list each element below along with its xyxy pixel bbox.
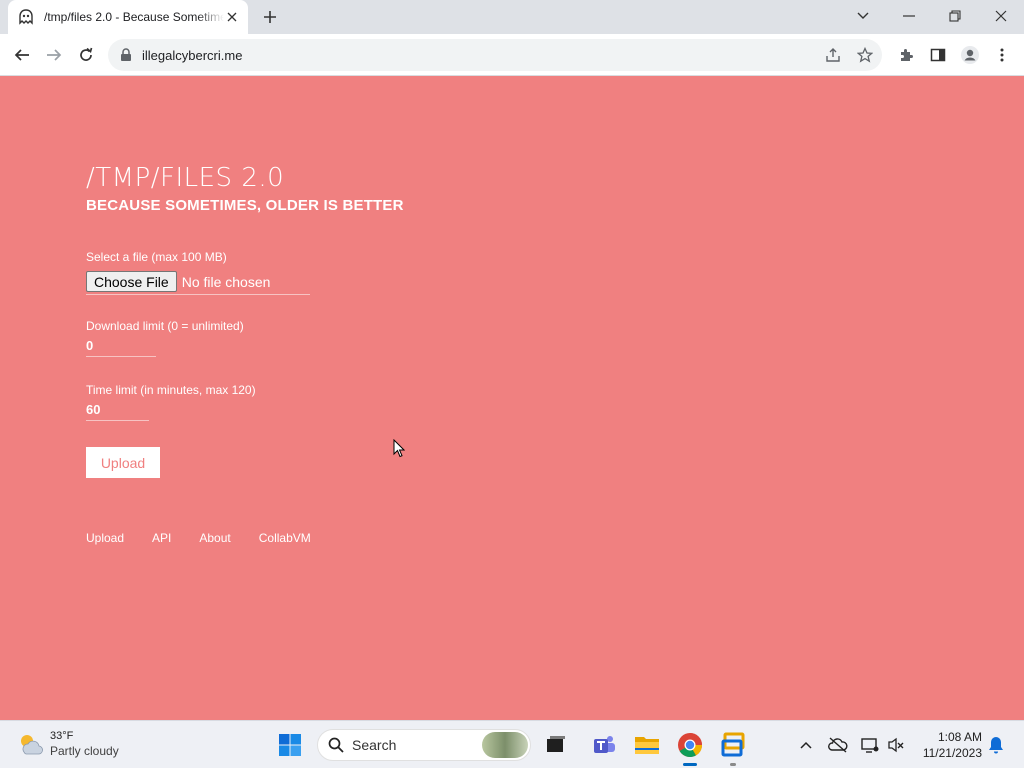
bookmark-star-icon[interactable] (855, 45, 875, 65)
clock-date: 11/21/2023 (922, 746, 982, 760)
time-limit-value: 60 (86, 402, 101, 417)
file-input[interactable]: Choose File No file chosen (86, 269, 310, 295)
notification-bell-icon[interactable] (986, 735, 1006, 755)
search-icon (328, 737, 344, 753)
time-limit-input[interactable]: 60 (86, 399, 149, 421)
chrome-active-indicator (683, 763, 697, 766)
task-view-icon[interactable] (540, 729, 572, 761)
taskbar-search-box[interactable]: Search (317, 729, 531, 761)
footer-nav: Upload API About CollabVM (86, 531, 339, 545)
footer-link-about[interactable]: About (199, 531, 230, 545)
chrome-icon[interactable] (674, 729, 706, 761)
tab-title: /tmp/files 2.0 - Because Sometimes, Olde… (44, 10, 224, 24)
weather-widget[interactable]: 33°F Partly cloudy (16, 729, 119, 759)
address-bar[interactable]: illegalcybercri.me (108, 39, 882, 71)
onedrive-offline-icon[interactable] (828, 735, 848, 755)
extensions-puzzle-icon[interactable] (892, 41, 920, 69)
mouse-pointer-icon (393, 438, 406, 464)
download-limit-label: Download limit (0 = unlimited) (86, 319, 244, 333)
share-icon[interactable] (823, 45, 843, 65)
taskbar: 33°F Partly cloudy Search 1:08 AM 11/21/… (0, 720, 1024, 768)
download-limit-value: 0 (86, 338, 94, 353)
upload-button[interactable]: Upload (86, 447, 160, 478)
partly-cloudy-icon (21, 735, 43, 755)
tab-search-chevron-icon[interactable] (841, 0, 885, 32)
footer-link-api[interactable]: API (152, 531, 171, 545)
browser-tab-bar: /tmp/files 2.0 - Because Sometimes, Olde… (0, 0, 1024, 34)
search-label: Search (352, 737, 397, 753)
network-icon[interactable] (860, 735, 880, 755)
volume-muted-icon[interactable] (886, 735, 906, 755)
time-limit-label: Time limit (in minutes, max 120) (86, 383, 256, 397)
browser-menu-kebab-icon[interactable] (988, 41, 1016, 69)
restore-window-button[interactable] (933, 0, 977, 32)
site-favicon-icon (18, 9, 34, 25)
lock-icon[interactable] (120, 48, 134, 62)
side-panel-icon[interactable] (924, 41, 952, 69)
page-content: /TMP/FILES 2.0 BECAUSE SOMETIMES, OLDER … (0, 77, 1024, 720)
back-button[interactable] (8, 41, 36, 69)
no-file-chosen-text: No file chosen (181, 273, 271, 290)
start-windows-icon[interactable] (274, 729, 306, 761)
remote-desktop-running-indicator (730, 763, 736, 766)
tray-overflow-chevron-icon[interactable] (796, 735, 816, 755)
profile-avatar-icon[interactable] (956, 41, 984, 69)
file-field-label: Select a file (max 100 MB) (86, 250, 227, 264)
new-tab-button[interactable] (258, 6, 282, 28)
weather-condition: Partly cloudy (50, 744, 119, 758)
page-title: /TMP/FILES 2.0 (86, 163, 285, 193)
file-explorer-icon[interactable] (631, 729, 663, 761)
page-subtitle: BECAUSE SOMETIMES, OLDER IS BETTER (86, 197, 404, 214)
close-window-button[interactable] (979, 0, 1023, 32)
search-highlight-image (482, 732, 528, 758)
footer-link-upload[interactable]: Upload (86, 531, 124, 545)
browser-toolbar: illegalcybercri.me (0, 34, 1024, 76)
close-tab-icon[interactable] (224, 9, 240, 25)
minimize-window-button[interactable] (887, 0, 931, 32)
browser-tab[interactable]: /tmp/files 2.0 - Because Sometimes, Olde… (8, 0, 248, 34)
forward-button[interactable] (40, 41, 68, 69)
reload-button[interactable] (72, 41, 100, 69)
taskbar-clock[interactable]: 1:08 AM 11/21/2023 (912, 729, 982, 761)
teams-icon[interactable] (588, 729, 620, 761)
footer-link-collabvm[interactable]: CollabVM (259, 531, 311, 545)
weather-temperature: 33°F (50, 730, 74, 742)
url-text: illegalcybercri.me (142, 47, 243, 63)
choose-file-button[interactable]: Choose File (86, 271, 177, 292)
download-limit-input[interactable]: 0 (86, 335, 156, 357)
clock-time: 1:08 AM (937, 730, 982, 744)
remote-desktop-icon[interactable] (718, 729, 750, 761)
